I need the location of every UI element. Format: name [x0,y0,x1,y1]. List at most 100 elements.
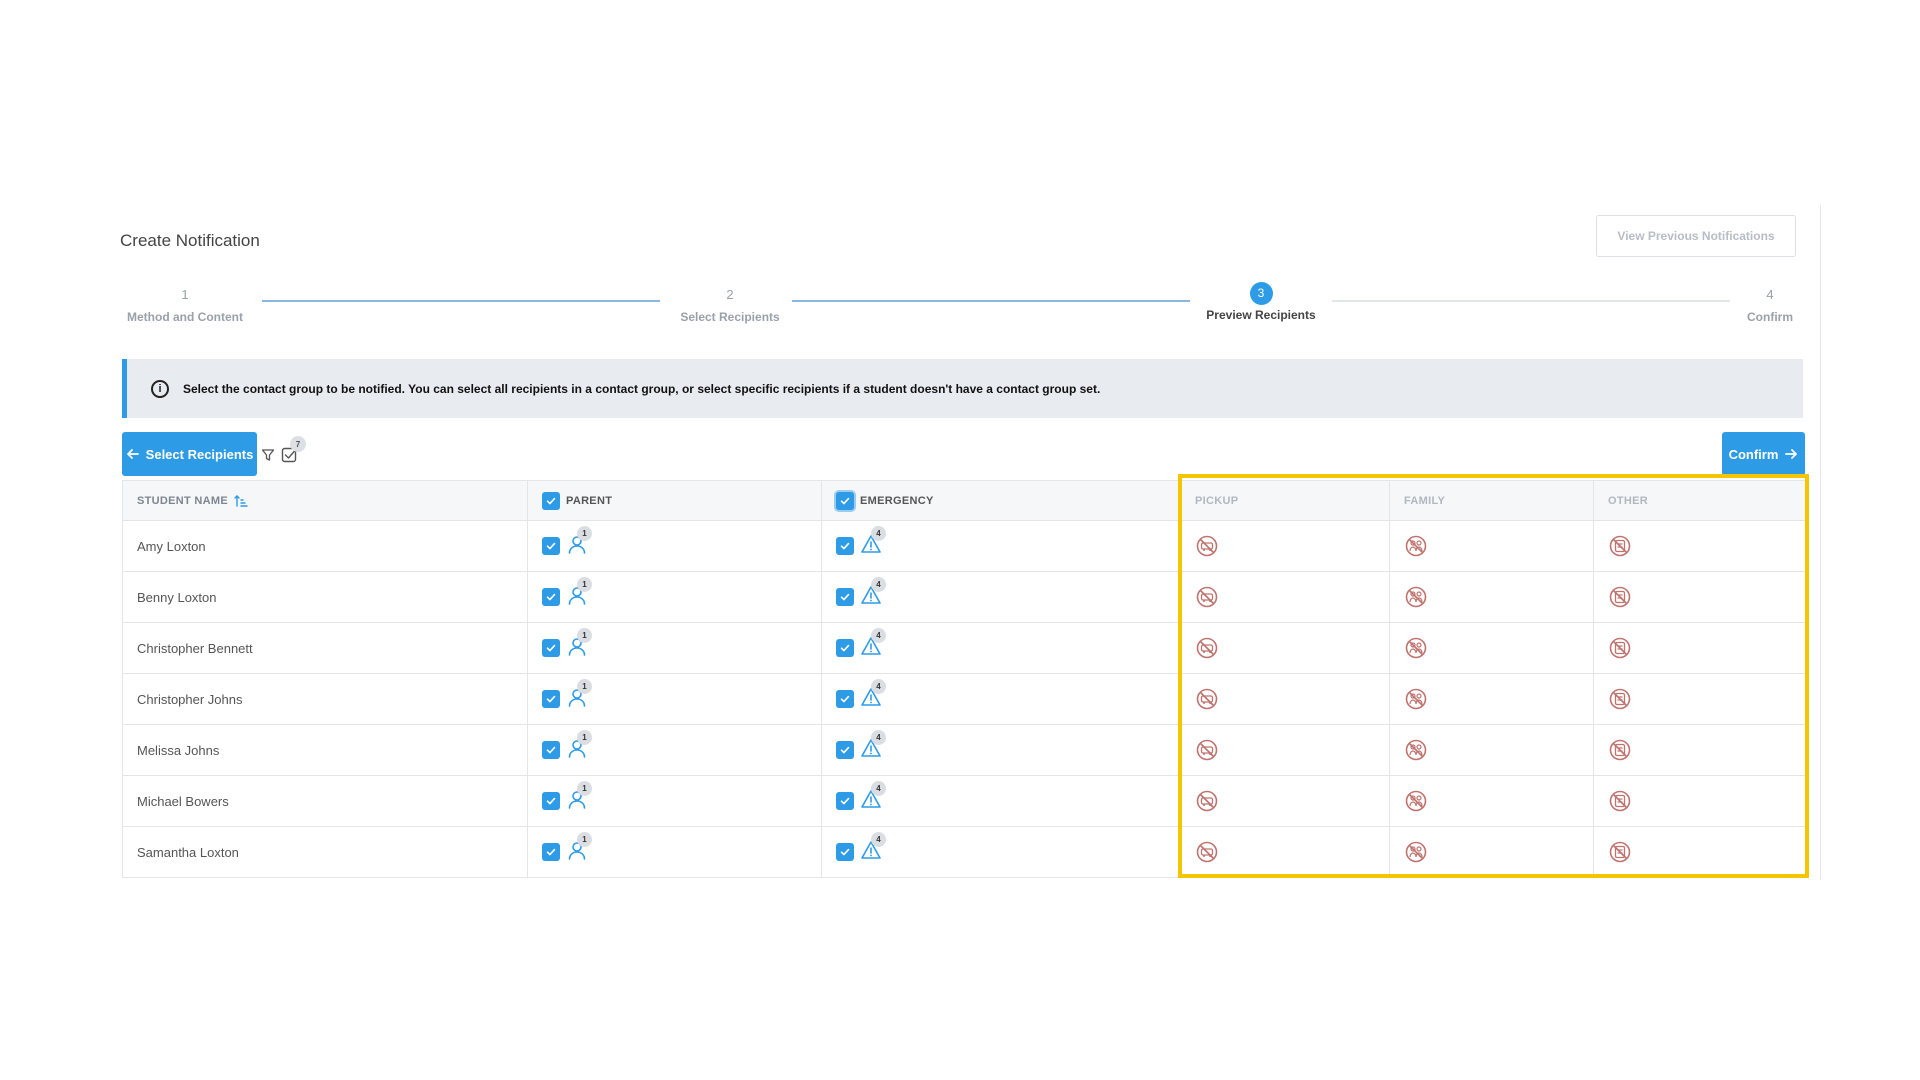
emergency-contacts[interactable]: 4 [860,832,886,865]
emergency-row-checkbox[interactable] [836,537,854,555]
confirm-button[interactable]: Confirm [1722,432,1805,476]
page-title: Create Notification [120,231,260,250]
no-pickup-contact-icon [1196,688,1218,710]
parent-count-badge: 1 [577,832,592,847]
parent-count-badge: 1 [577,730,592,745]
no-other-contact-icon [1609,790,1631,812]
step-1[interactable]: 1 Method and Content [120,284,250,324]
emergency-row-checkbox[interactable] [836,588,854,606]
check-icon [840,695,850,703]
parent-contacts[interactable]: 1 [566,526,592,559]
family-cell [1389,571,1594,623]
emergency-cell: 4 [821,520,1181,572]
filter-icon[interactable] [261,448,275,462]
parent-contacts[interactable]: 1 [566,781,592,814]
sort-ascending-icon[interactable] [234,494,248,508]
no-pickup-contact-icon [1196,739,1218,761]
back-select-recipients-button[interactable]: Select Recipients [122,432,257,476]
emergency-row-checkbox[interactable] [836,690,854,708]
emergency-count-badge: 4 [871,832,886,847]
parent-count-badge: 1 [577,781,592,796]
parent-row-checkbox[interactable] [542,843,560,861]
emergency-contacts[interactable]: 4 [860,679,886,712]
info-text: Select the contact group to be notified.… [183,381,1101,396]
emergency-contacts[interactable]: 4 [860,730,886,763]
other-cell [1593,571,1806,623]
pickup-cell [1180,775,1390,827]
col-emergency[interactable]: EMERGENCY [821,480,1181,521]
pickup-cell [1180,673,1390,725]
parent-row-checkbox[interactable] [542,537,560,555]
header-pickup: PICKUP [1195,494,1239,507]
no-other-contact-icon [1609,688,1631,710]
view-previous-notifications-button[interactable]: View Previous Notifications [1596,215,1796,257]
check-icon [546,797,556,805]
pickup-cell [1180,571,1390,623]
col-student-name[interactable]: STUDENT NAME [122,480,528,521]
student-name-cell: Samantha Loxton [122,826,528,878]
no-family-contact-icon [1405,586,1427,608]
student-name-cell: Melissa Johns [122,724,528,776]
parent-row-checkbox[interactable] [542,792,560,810]
other-cell [1593,673,1806,725]
emergency-count-badge: 4 [871,679,886,694]
check-icon [546,644,556,652]
other-cell [1593,775,1806,827]
student-name-cell: Christopher Bennett [122,622,528,674]
emergency-row-checkbox[interactable] [836,741,854,759]
student-name-cell: Christopher Johns [122,673,528,725]
emergency-contacts[interactable]: 4 [860,628,886,661]
parent-cell: 1 [527,520,822,572]
header-emergency: EMERGENCY [860,494,934,507]
pickup-cell [1180,724,1390,776]
parent-row-checkbox[interactable] [542,588,560,606]
emergency-contacts[interactable]: 4 [860,577,886,610]
parent-contacts[interactable]: 1 [566,832,592,865]
step-label: Select Recipients [680,310,780,324]
no-pickup-contact-icon [1196,586,1218,608]
check-icon [546,542,556,550]
parent-cell: 1 [527,571,822,623]
student-name: Christopher Johns [137,691,243,707]
emergency-count-badge: 4 [871,628,886,643]
arrow-right-icon [1785,449,1798,459]
no-family-contact-icon [1405,688,1427,710]
info-banner: i Select the contact group to be notifie… [122,359,1803,418]
emergency-row-checkbox[interactable] [836,639,854,657]
parent-contacts[interactable]: 1 [566,628,592,661]
parent-contacts[interactable]: 1 [566,577,592,610]
table-row: Amy Loxton 1 4 [122,520,1806,572]
emergency-cell: 4 [821,622,1181,674]
student-name: Benny Loxton [137,589,217,605]
parent-row-checkbox[interactable] [542,639,560,657]
pickup-cell [1180,520,1390,572]
student-name: Amy Loxton [137,538,206,554]
emergency-row-checkbox[interactable] [836,792,854,810]
parent-row-checkbox[interactable] [542,741,560,759]
step-label: Preview Recipients [1206,308,1316,322]
info-icon: i [151,379,169,398]
table-row: Christopher Johns 1 4 [122,673,1806,725]
student-name-cell: Amy Loxton [122,520,528,572]
col-parent[interactable]: PARENT [527,480,822,521]
emergency-contacts[interactable]: 4 [860,781,886,814]
emergency-row-checkbox[interactable] [836,843,854,861]
recipients-table: STUDENT NAME PARENT EMERGENCY PICKUP FAM… [122,480,1806,878]
parent-count-badge: 1 [577,628,592,643]
step-2[interactable]: 2 Select Recipients [665,284,795,324]
check-icon [546,746,556,754]
step-connector-3 [1332,300,1730,302]
parent-contacts[interactable]: 1 [566,730,592,763]
parent-contacts[interactable]: 1 [566,679,592,712]
selected-count-badge: 7 [290,436,306,452]
step-4[interactable]: 4 Confirm [1740,284,1800,324]
header-family: FAMILY [1404,494,1446,507]
parent-group-checkbox[interactable] [542,491,560,510]
parent-row-checkbox[interactable] [542,690,560,708]
emergency-group-checkbox[interactable] [836,491,854,510]
table-header-row: STUDENT NAME PARENT EMERGENCY PICKUP FAM… [122,480,1806,521]
step-3[interactable]: 3 Preview Recipients [1196,282,1326,322]
other-cell [1593,622,1806,674]
emergency-contacts[interactable]: 4 [860,526,886,559]
parent-cell: 1 [527,826,822,878]
